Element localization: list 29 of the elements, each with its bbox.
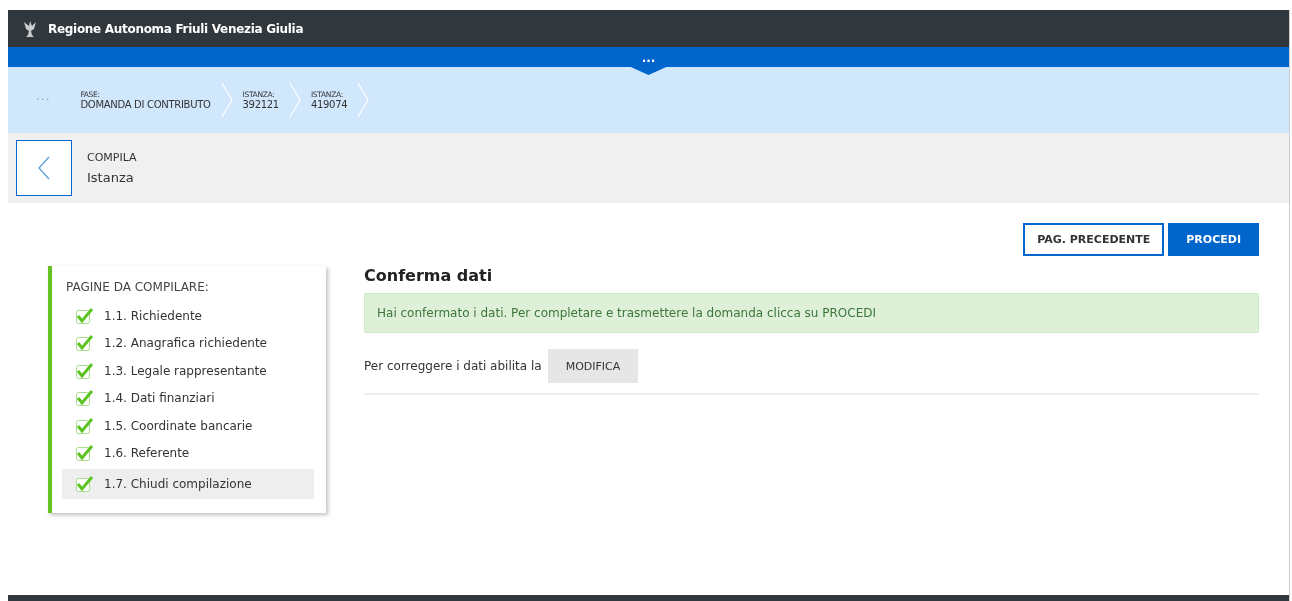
back-button[interactable]	[16, 140, 72, 196]
page-item[interactable]: 1.3. Legale rappresentante	[62, 357, 314, 385]
edit-hint: Per correggere i dati abilita la	[364, 359, 542, 373]
page-item[interactable]: 1.7. Chiudi compilazione	[62, 469, 314, 499]
header-title: Regione Autonoma Friuli Venezia Giulia	[48, 21, 304, 36]
page-kicker: COMPILA	[87, 151, 137, 164]
proceed-button[interactable]: PROCEDI	[1168, 223, 1259, 256]
page-label: 1.2. Anagrafica richiedente	[104, 336, 267, 351]
chevron-icon	[357, 82, 370, 118]
page-label: 1.5. Coordinate bancarie	[104, 418, 253, 433]
edit-button[interactable]: MODIFICA	[547, 349, 639, 383]
section-title: Conferma dati	[364, 265, 494, 287]
panel-title: PAGINE DA COMPILARE:	[66, 280, 210, 294]
back-icon	[38, 156, 50, 180]
page-label: 1.1. Richiedente	[104, 308, 202, 323]
page-item[interactable]: 1.6. Referente	[62, 439, 314, 467]
page-item[interactable]: 1.4. Dati finanziari	[62, 384, 314, 412]
previous-page-button[interactable]: PAG. PRECEDENTE	[1023, 223, 1165, 256]
success-alert: Hai confermato i dati. Per completare e trasmettere la domanda clicca su PROCEDI	[364, 293, 1259, 333]
chevron-icon	[288, 82, 301, 118]
page-item[interactable]: 1.5. Coordinate bancarie	[62, 412, 314, 440]
chevron-icon	[220, 82, 233, 118]
page-label: 1.7. Chiudi compilazione	[104, 477, 252, 491]
page-item[interactable]: 1.2. Anagrafica richiedente	[62, 329, 314, 357]
page-label: 1.4. Dati finanziari	[104, 391, 215, 406]
page-title: Istanza	[87, 170, 135, 185]
page-label: 1.6. Referente	[104, 446, 190, 461]
page-item[interactable]: 1.1. Richiedente	[62, 302, 314, 330]
page-label: 1.3. Legale rappresentante	[104, 363, 267, 378]
